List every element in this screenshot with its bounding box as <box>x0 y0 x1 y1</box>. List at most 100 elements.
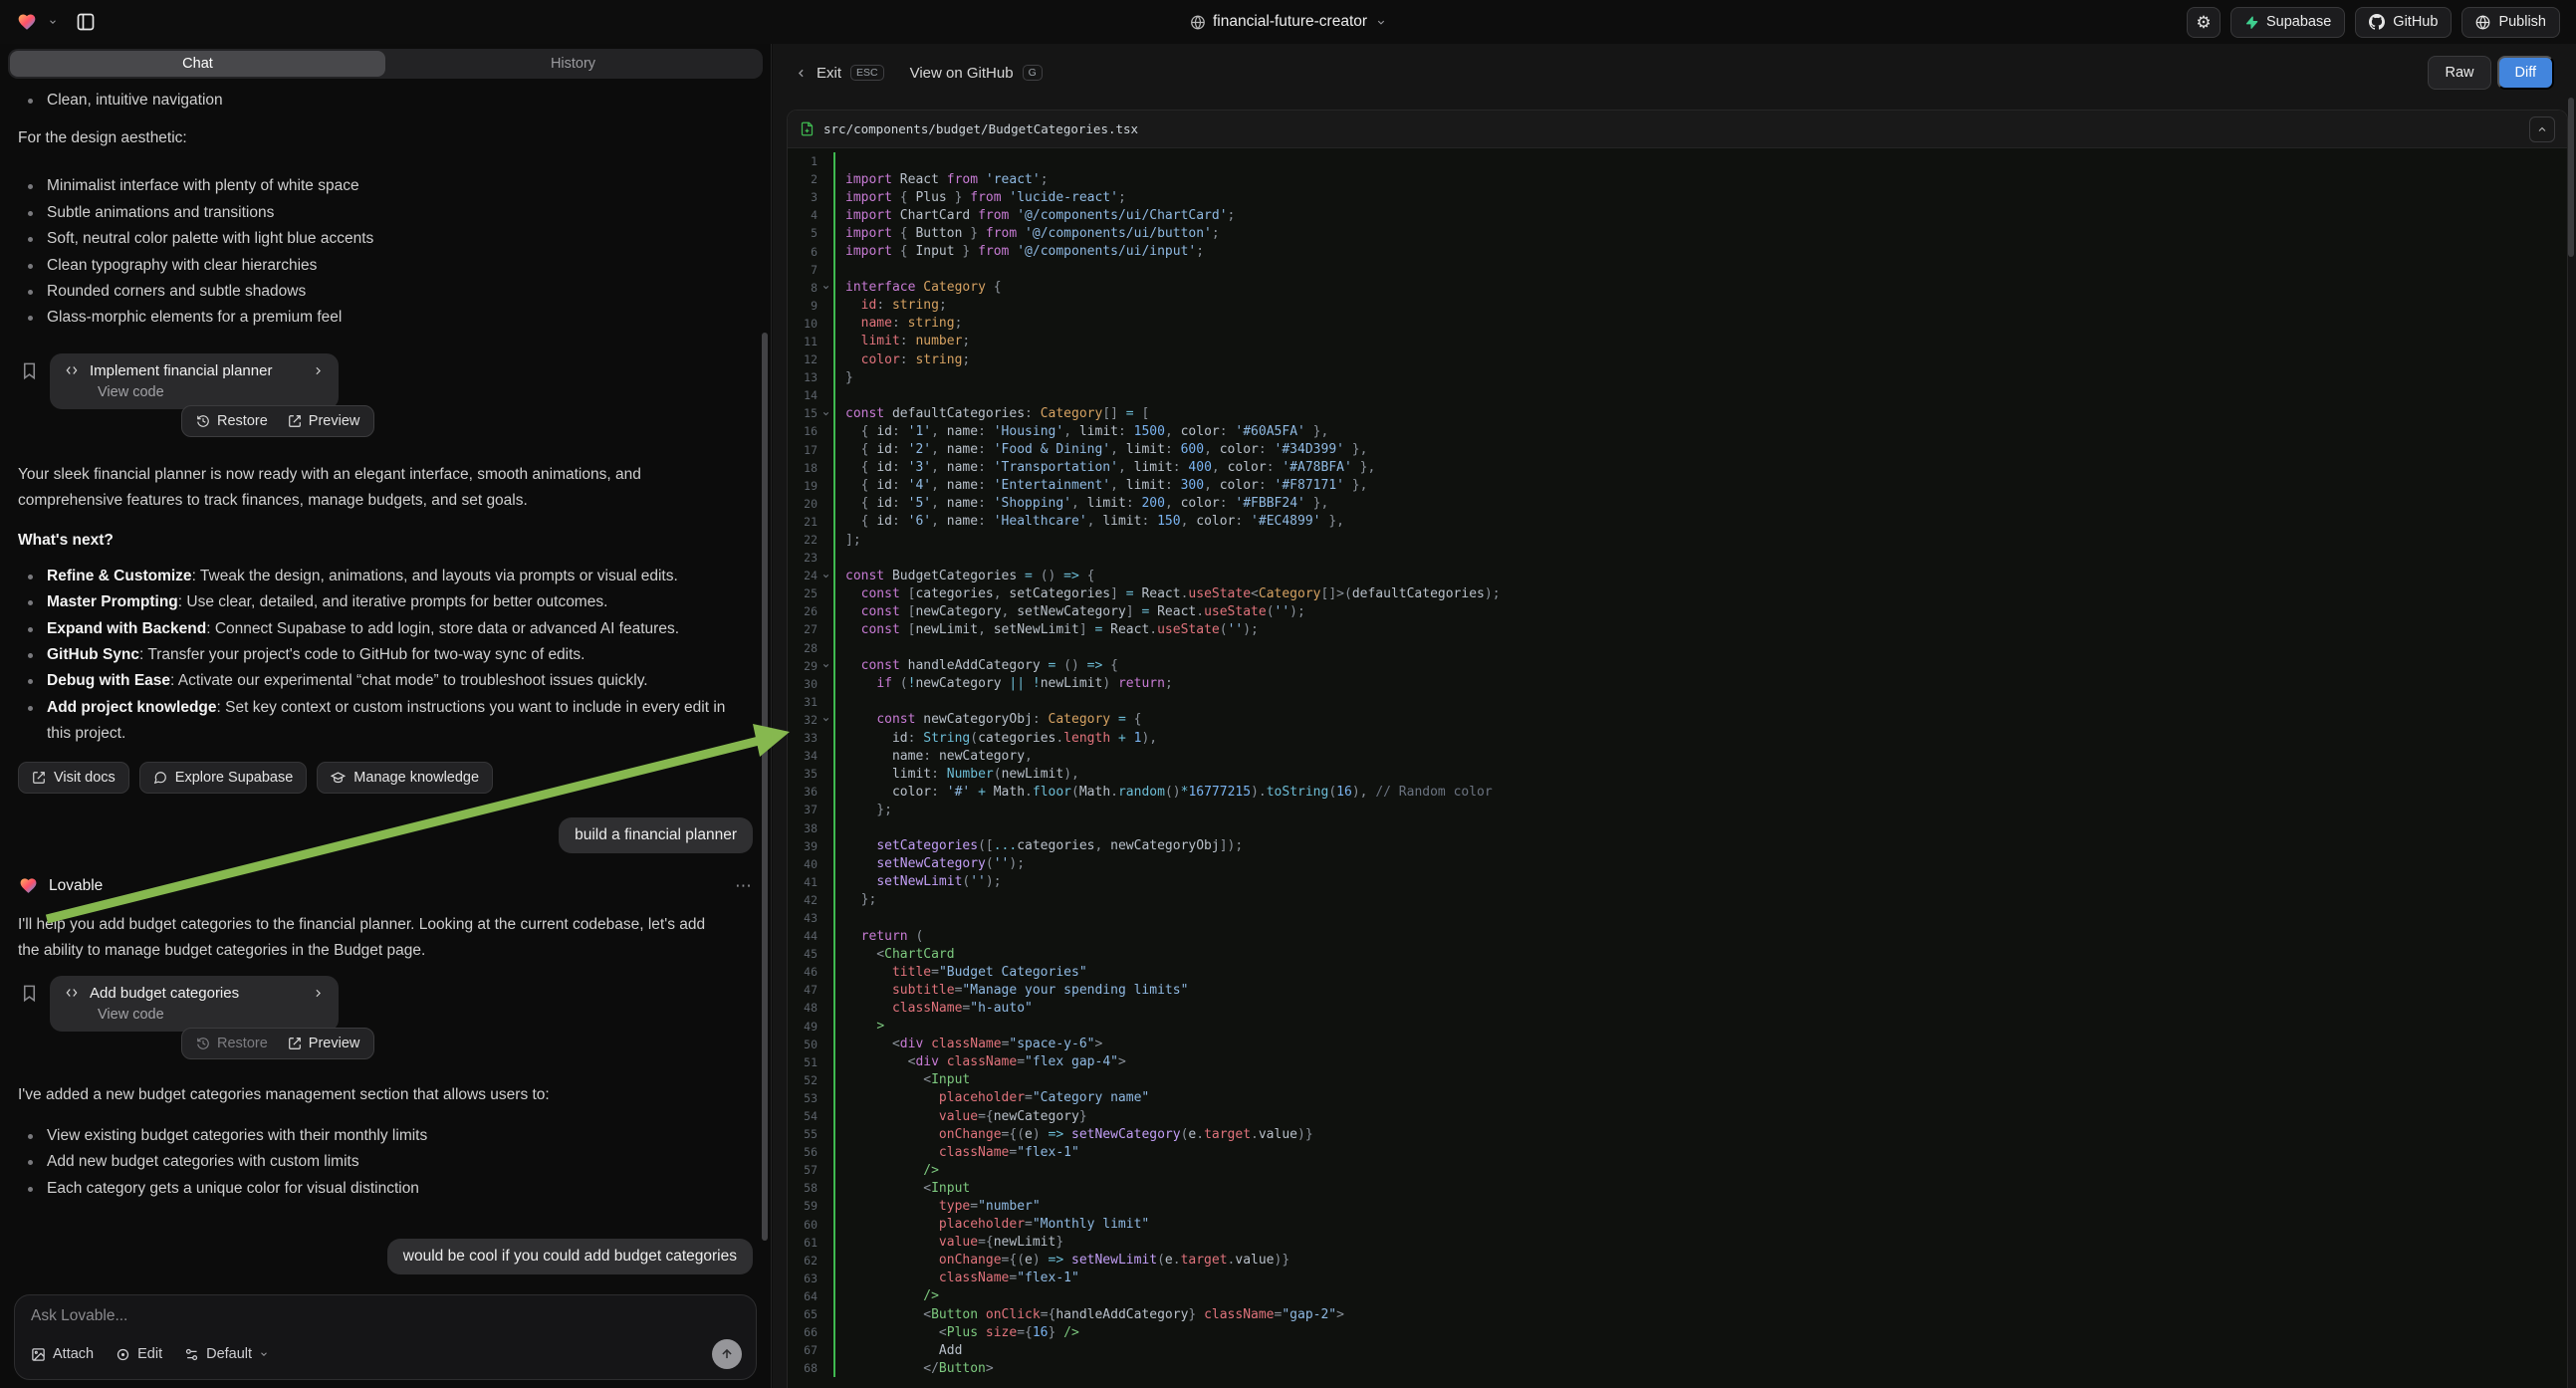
code-text: <Input <box>833 1179 2567 1197</box>
view-on-github-label: View on GitHub <box>910 65 1014 82</box>
tool-card-title: Implement financial planner <box>90 362 302 379</box>
code-text: }; <box>833 801 2567 818</box>
code-line: 62 onChange={(e) => setNewLimit(e.target… <box>788 1252 2567 1270</box>
code-line: 16 { id: '1', name: 'Housing', limit: 15… <box>788 422 2567 440</box>
code-text: setNewCategory(''); <box>833 855 2567 873</box>
fold-chevron-icon[interactable] <box>818 572 833 580</box>
lovable-logo-icon[interactable] <box>16 12 38 32</box>
code-text: }; <box>833 891 2567 909</box>
project-switcher[interactable]: financial-future-creator <box>1190 13 1386 31</box>
line-number: 61 <box>788 1236 818 1250</box>
raw-button[interactable]: Raw <box>2428 56 2490 90</box>
line-number: 19 <box>788 479 818 493</box>
restore-preview-toolbar: Restore Preview <box>181 1028 374 1059</box>
fold-chevron-icon[interactable] <box>818 715 833 724</box>
publish-label: Publish <box>2498 14 2546 30</box>
diff-button[interactable]: Diff <box>2497 56 2555 90</box>
code-panel: Exit ESC View on GitHub G Raw Diff src/c… <box>773 44 2576 1388</box>
chevron-down-icon <box>259 1349 269 1359</box>
code-text: import { Plus } from 'lucide-react'; <box>833 188 2567 206</box>
code-scrollbar[interactable] <box>2568 98 2574 257</box>
mode-select[interactable]: Default <box>184 1346 269 1362</box>
view-on-github-button[interactable]: View on GitHub G <box>910 65 1043 82</box>
code-text: <Plus size={16} /> <box>833 1323 2567 1341</box>
code-line: 42 }; <box>788 891 2567 909</box>
code-line: 14 <box>788 386 2567 404</box>
user-message-bubble: would be cool if you could add budget ca… <box>387 1239 753 1274</box>
code-text: setNewLimit(''); <box>833 873 2567 891</box>
line-number: 20 <box>788 497 818 511</box>
chat-scrollbar[interactable] <box>762 333 768 1241</box>
user-message-bubble: build a financial planner <box>559 817 753 853</box>
code-text: <ChartCard <box>833 945 2567 963</box>
fold-chevron-icon[interactable] <box>818 409 833 418</box>
code-text: limit: Number(newLimit), <box>833 765 2567 783</box>
code-line: 1 <box>788 152 2567 170</box>
line-number: 38 <box>788 821 818 835</box>
code-line: 7 <box>788 261 2567 279</box>
chevron-down-icon[interactable] <box>48 17 58 27</box>
code-text: type="number" <box>833 1197 2567 1215</box>
code-text: ]; <box>833 531 2567 549</box>
send-button[interactable] <box>712 1339 742 1369</box>
exit-button[interactable]: Exit ESC <box>795 65 884 82</box>
visit-docs-label: Visit docs <box>54 770 116 786</box>
publish-globe-icon <box>2475 15 2490 30</box>
collapse-file-button[interactable] <box>2529 116 2555 142</box>
code-text: { id: '2', name: 'Food & Dining', limit:… <box>833 441 2567 459</box>
code-text: </Button> <box>833 1359 2567 1377</box>
added-bullet-list: View existing budget categories with the… <box>18 1123 753 1202</box>
bookmark-icon[interactable] <box>20 361 39 380</box>
bullet-text: Rounded corners and subtle shadows <box>47 279 306 305</box>
code-line: 29 const handleAddCategory = () => { <box>788 657 2567 675</box>
bullet-text: Soft, neutral color palette with light b… <box>47 226 373 252</box>
preview-button[interactable]: Preview <box>288 1036 360 1051</box>
code-text: placeholder="Monthly limit" <box>833 1216 2567 1234</box>
tool-card-add-categories[interactable]: Add budget categories View code <box>50 976 339 1032</box>
restore-button[interactable]: Restore <box>196 413 268 429</box>
code-line: 3import { Plus } from 'lucide-react'; <box>788 188 2567 206</box>
line-number: 52 <box>788 1073 818 1087</box>
code-line: 59 type="number" <box>788 1197 2567 1215</box>
line-number: 43 <box>788 911 818 925</box>
view-code-link[interactable]: View code <box>98 1007 325 1023</box>
code-line: 17 { id: '2', name: 'Food & Dining', lim… <box>788 441 2567 459</box>
restore-button[interactable]: Restore <box>196 1036 268 1051</box>
manage-knowledge-button[interactable]: Manage knowledge <box>317 762 493 794</box>
publish-button[interactable]: Publish <box>2461 7 2560 38</box>
bullet-text: Debug with Ease: Activate our experiment… <box>47 668 648 694</box>
bookmark-icon[interactable] <box>20 984 39 1003</box>
chevron-left-icon <box>795 67 808 80</box>
code-line: 52 <Input <box>788 1071 2567 1089</box>
tab-history[interactable]: History <box>385 51 761 77</box>
fold-chevron-icon[interactable] <box>818 661 833 670</box>
code-text: placeholder="Category name" <box>833 1089 2567 1107</box>
preview-button[interactable]: Preview <box>288 413 360 429</box>
code-icon <box>64 986 80 1000</box>
settings-button[interactable]: ⚙ <box>2187 7 2221 38</box>
supabase-button[interactable]: Supabase <box>2230 7 2345 38</box>
view-code-link[interactable]: View code <box>98 384 325 400</box>
chat-input[interactable] <box>31 1307 740 1325</box>
code-text: Add <box>833 1341 2567 1359</box>
code-text: const [newLimit, setNewLimit] = React.us… <box>833 620 2567 638</box>
bullet-dot <box>28 99 33 104</box>
github-button[interactable]: GitHub <box>2355 7 2452 38</box>
panel-toggle-icon[interactable] <box>76 12 96 32</box>
more-options-icon[interactable]: ⋯ <box>735 876 753 896</box>
line-number: 35 <box>788 767 818 781</box>
fold-chevron-icon[interactable] <box>818 283 833 292</box>
code-line: 50 <div className="space-y-6"> <box>788 1036 2567 1053</box>
code-topbar: Exit ESC View on GitHub G Raw Diff <box>773 44 2576 102</box>
file-header[interactable]: src/components/budget/BudgetCategories.t… <box>788 111 2567 148</box>
tab-chat[interactable]: Chat <box>10 51 385 77</box>
attach-label: Attach <box>53 1346 94 1362</box>
visit-docs-button[interactable]: Visit docs <box>18 762 129 794</box>
tool-card-implement-planner[interactable]: Implement financial planner View code <box>50 353 339 409</box>
attach-button[interactable]: Attach <box>31 1346 94 1362</box>
user-message-row: build a financial planner <box>18 817 753 853</box>
line-number: 39 <box>788 839 818 853</box>
edit-mode-button[interactable]: Edit <box>116 1346 162 1362</box>
explore-supabase-button[interactable]: Explore Supabase <box>139 762 308 794</box>
bullet-dot <box>28 184 33 189</box>
